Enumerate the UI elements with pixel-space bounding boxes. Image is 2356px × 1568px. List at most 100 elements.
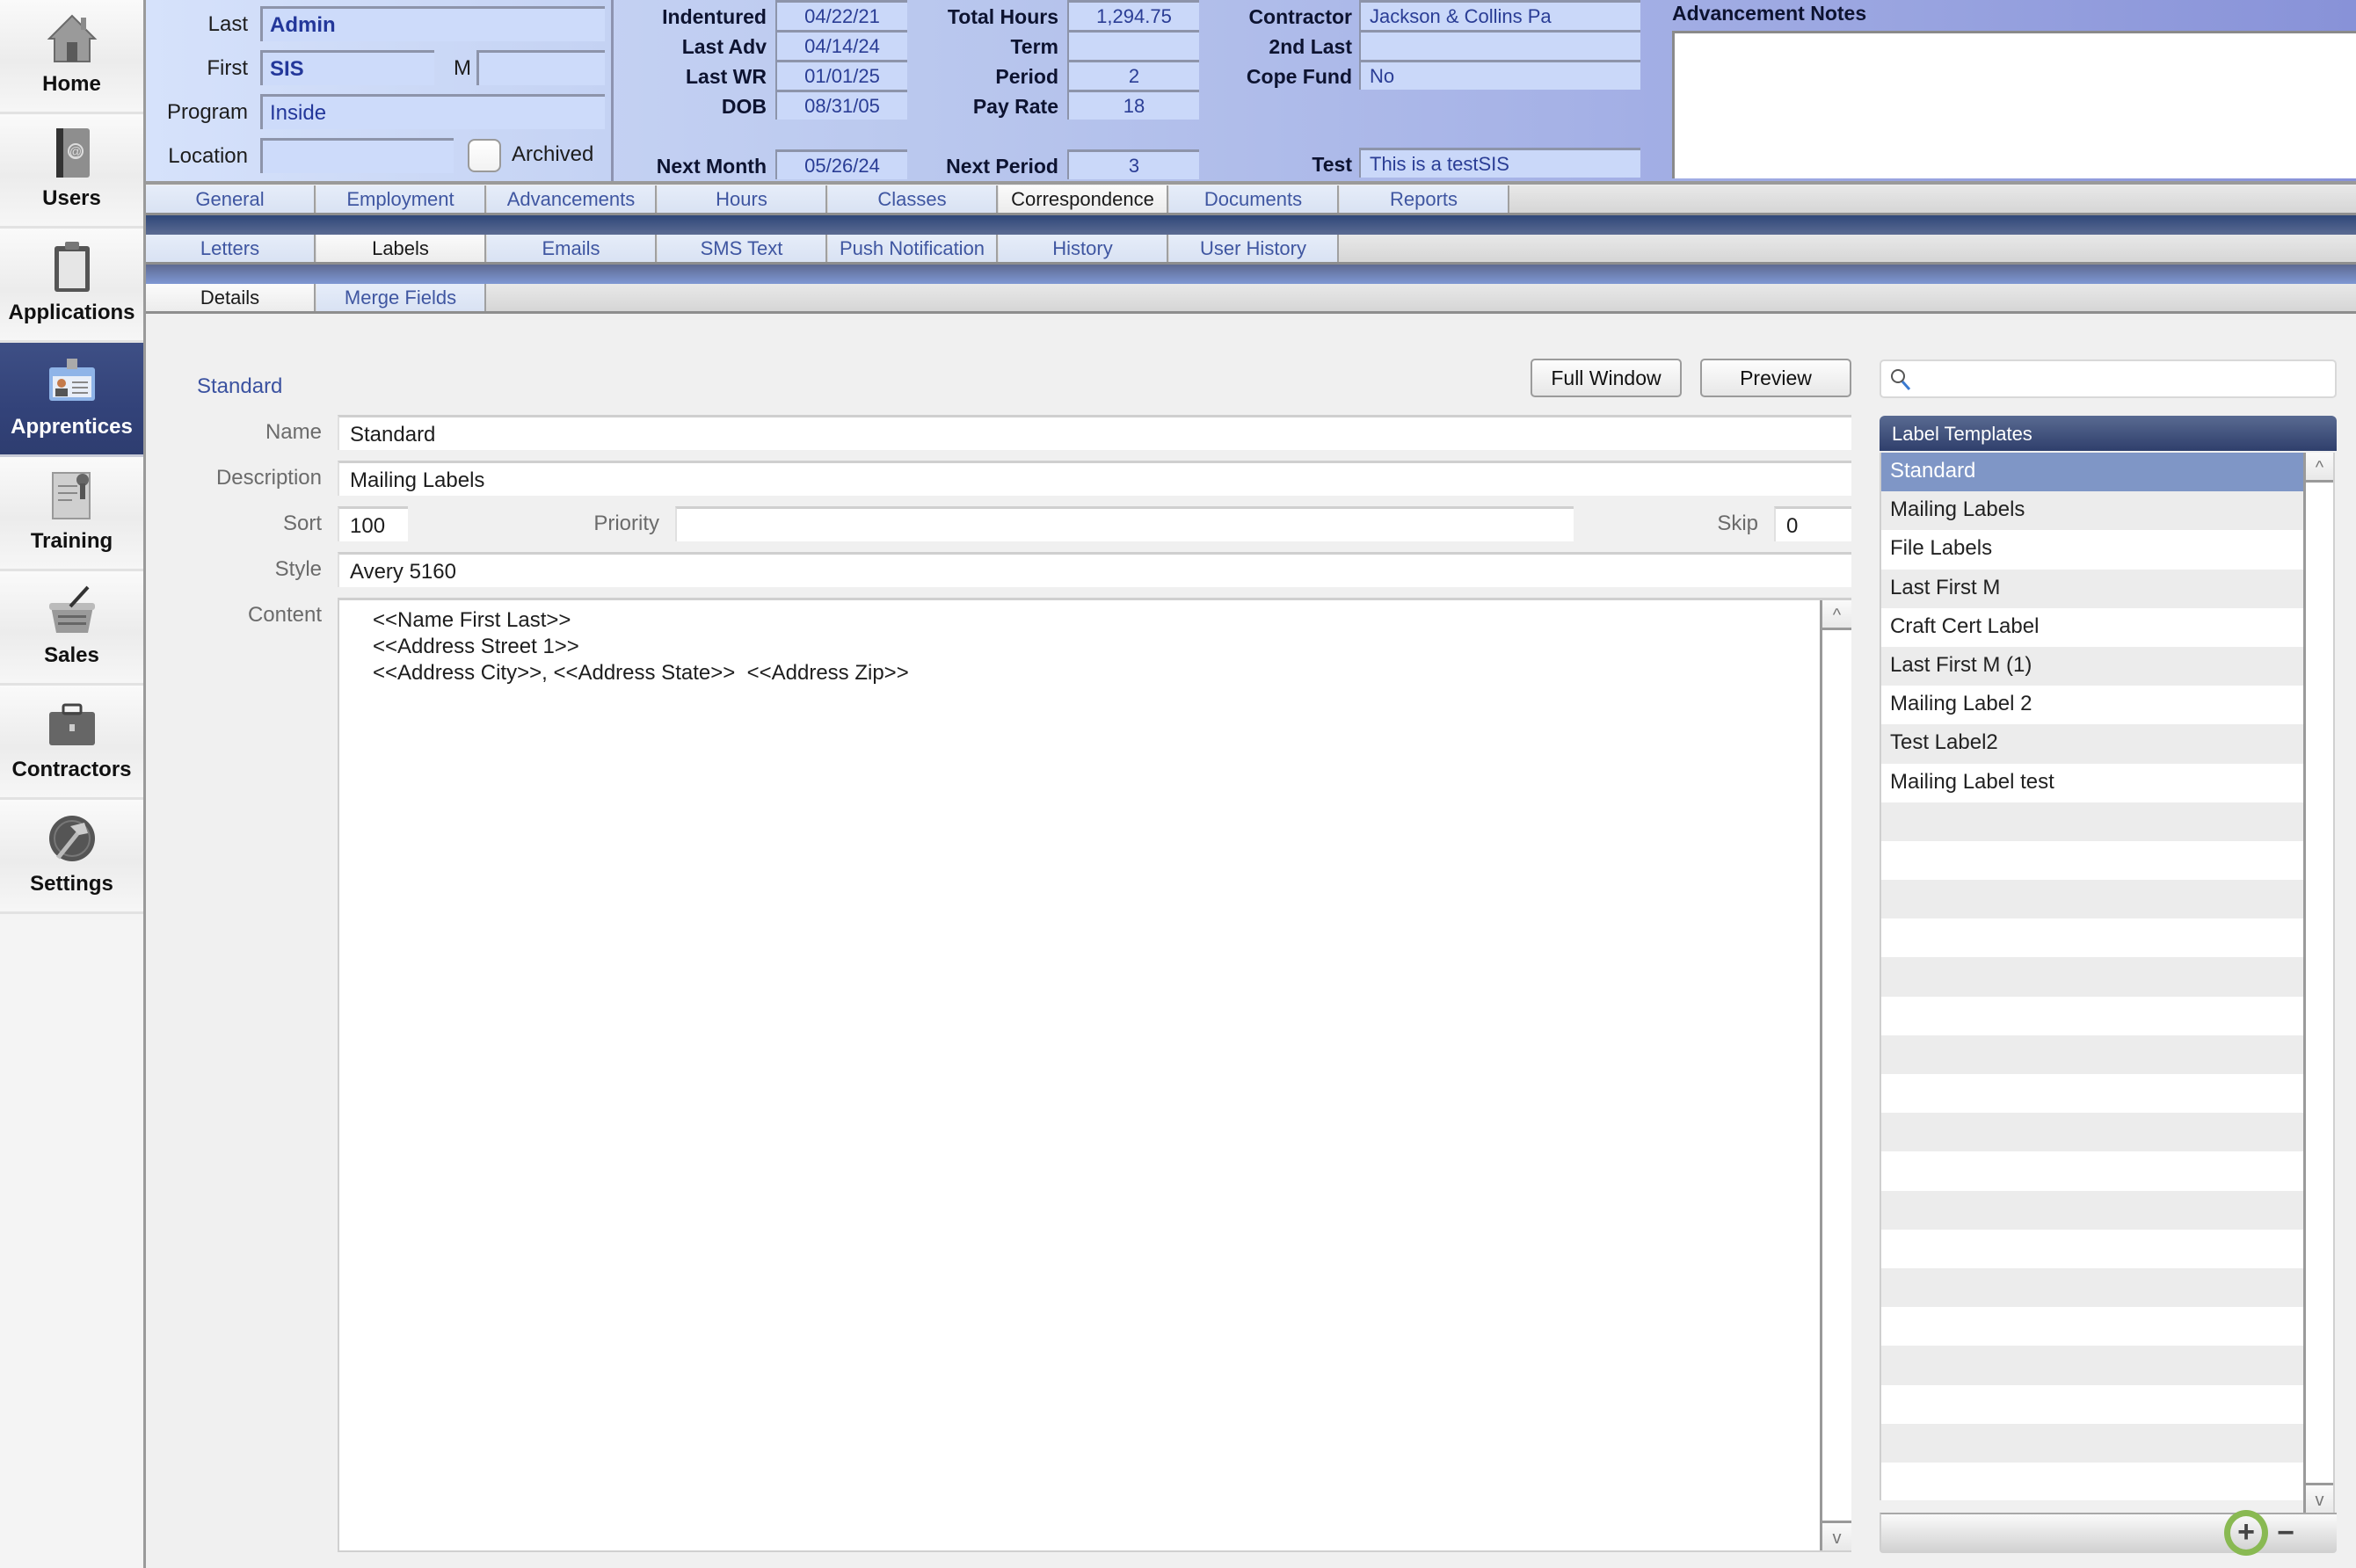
sort-input[interactable]: 100	[338, 506, 408, 541]
nav-home[interactable]: Home	[0, 0, 143, 114]
last-wr-field[interactable]: 01/01/25	[775, 60, 907, 90]
period-label: Period	[995, 65, 1058, 88]
nav-apprentices-label: Apprentices	[11, 415, 133, 439]
list-item[interactable]: Mailing Label 2	[1881, 686, 2305, 724]
second-last-label: 2nd Last	[1269, 35, 1352, 58]
next-month-field[interactable]: 05/26/24	[775, 149, 907, 179]
middle-field[interactable]	[476, 50, 605, 85]
subtab-history[interactable]: History	[999, 235, 1168, 262]
detail-tabbar: Details Merge Fields	[146, 284, 2356, 314]
add-template-button[interactable]: +	[2224, 1510, 2268, 1556]
style-input[interactable]: Avery 5160	[338, 552, 1851, 587]
contractor-field[interactable]: Jackson & Collins Pa	[1359, 0, 1640, 30]
nav-users[interactable]: @ Users	[0, 114, 143, 229]
list-item[interactable]: Last First M (1)	[1881, 646, 2305, 686]
list-scroll-down-icon[interactable]: v	[2306, 1483, 2333, 1513]
priority-input[interactable]	[675, 506, 1574, 541]
nav-settings[interactable]: Settings	[0, 800, 143, 914]
subtab-user-history[interactable]: User History	[1169, 235, 1339, 262]
indentured-field[interactable]: 04/22/21	[775, 0, 907, 30]
nav-apprentices[interactable]: Apprentices	[0, 343, 143, 457]
next-period-field[interactable]: 3	[1067, 149, 1199, 179]
list-item[interactable]: Standard	[1881, 453, 2305, 492]
list-item[interactable]: Test Label2	[1881, 724, 2305, 764]
list-item[interactable]: Craft Cert Label	[1881, 608, 2305, 647]
list-item[interactable]: Last First M	[1881, 569, 2305, 608]
content-label: Content	[247, 603, 322, 627]
content-scrollbar[interactable]: ^ v	[1820, 600, 1851, 1550]
skip-input[interactable]: 0	[1774, 506, 1851, 541]
subtab-emails[interactable]: Emails	[487, 235, 657, 262]
list-scrollbar[interactable]: ^ v	[2303, 453, 2335, 1513]
nav-training[interactable]: Training	[0, 457, 143, 571]
tab-general[interactable]: General	[146, 185, 316, 213]
nav-settings-label: Settings	[30, 872, 113, 896]
scroll-up-arrow-icon[interactable]: ^	[1822, 600, 1851, 630]
label-templates-header: Label Templates	[1880, 416, 2337, 451]
empty-list-row	[1881, 957, 2305, 997]
skip-label: Skip	[1717, 512, 1758, 535]
subtab-labels[interactable]: Labels	[316, 235, 486, 262]
template-search-input[interactable]	[1880, 359, 2337, 398]
tab-reports[interactable]: Reports	[1340, 185, 1509, 213]
cope-fund-field[interactable]: No	[1359, 60, 1640, 90]
remove-template-button[interactable]: −	[2272, 1515, 2299, 1550]
empty-list-row	[1881, 918, 2305, 957]
indentured-label: Indentured	[662, 5, 767, 28]
program-field[interactable]: Inside	[260, 94, 605, 129]
empty-list-row	[1881, 1385, 2305, 1424]
archived-checkbox[interactable]	[468, 139, 501, 172]
list-scroll-up-icon[interactable]: ^	[2306, 453, 2333, 483]
content-textarea[interactable]: <<Name First Last>> <<Address Street 1>>…	[338, 598, 1851, 1552]
subtab-sms-text[interactable]: SMS Text	[658, 235, 827, 262]
first-field[interactable]: SIS	[260, 50, 434, 85]
nav-applications[interactable]: Applications	[0, 229, 143, 343]
scroll-down-arrow-icon[interactable]: v	[1822, 1521, 1851, 1550]
detailtab-details[interactable]: Details	[146, 284, 316, 311]
tab-employment[interactable]: Employment	[316, 185, 486, 213]
description-label: Description	[215, 466, 322, 490]
last-adv-field[interactable]: 04/14/24	[775, 30, 907, 60]
address-book-icon: @	[55, 128, 90, 178]
empty-list-row	[1881, 1034, 2305, 1074]
location-field[interactable]	[260, 138, 454, 173]
total-hours-field[interactable]: 1,294.75	[1067, 0, 1199, 30]
empty-list-row	[1881, 1190, 2305, 1230]
pay-rate-field[interactable]: 18	[1067, 90, 1199, 120]
list-item[interactable]: Mailing Label test	[1881, 764, 2305, 802]
test-field[interactable]: This is a testSIS	[1359, 148, 1640, 178]
preview-button[interactable]: Preview	[1700, 359, 1851, 397]
test-label: Test	[1312, 153, 1352, 176]
nav-sales[interactable]: Sales	[0, 571, 143, 686]
term-field[interactable]	[1067, 30, 1199, 60]
subtab-push-notification[interactable]: Push Notification	[828, 235, 998, 262]
name-panel: Last Admin First SIS M Program Inside Lo…	[146, 0, 614, 181]
advancement-notes-textarea[interactable]	[1672, 31, 2356, 178]
certificate-icon	[51, 472, 91, 519]
name-input[interactable]: Standard	[338, 415, 1851, 450]
empty-list-row	[1881, 1151, 2305, 1190]
tab-hours[interactable]: Hours	[658, 185, 827, 213]
tab-advancements[interactable]: Advancements	[487, 185, 657, 213]
main-tabbar: General Employment Advancements Hours Cl…	[146, 185, 2356, 215]
list-item[interactable]: Mailing Labels	[1881, 491, 2305, 531]
dob-field[interactable]: 08/31/05	[775, 90, 907, 120]
tab-correspondence[interactable]: Correspondence	[999, 185, 1168, 213]
advancement-notes-title: Advancement Notes	[1672, 2, 1867, 25]
period-field[interactable]: 2	[1067, 60, 1199, 90]
last-field[interactable]: Admin	[260, 6, 605, 41]
second-last-field[interactable]	[1359, 30, 1640, 60]
empty-list-row	[1881, 1346, 2305, 1385]
content-text: <<Name First Last>> <<Address Street 1>>…	[373, 608, 909, 685]
house-icon	[47, 14, 97, 62]
tab-documents[interactable]: Documents	[1169, 185, 1339, 213]
nav-contractors[interactable]: Contractors	[0, 686, 143, 800]
tab-classes[interactable]: Classes	[828, 185, 998, 213]
list-item[interactable]: File Labels	[1881, 530, 2305, 569]
subtab-letters[interactable]: Letters	[146, 235, 316, 262]
full-window-button[interactable]: Full Window	[1531, 359, 1682, 397]
subtab-divider	[146, 265, 2356, 284]
detailtab-merge-fields[interactable]: Merge Fields	[316, 284, 486, 311]
cope-fund-label: Cope Fund	[1246, 65, 1352, 88]
description-input[interactable]: Mailing Labels	[338, 461, 1851, 496]
